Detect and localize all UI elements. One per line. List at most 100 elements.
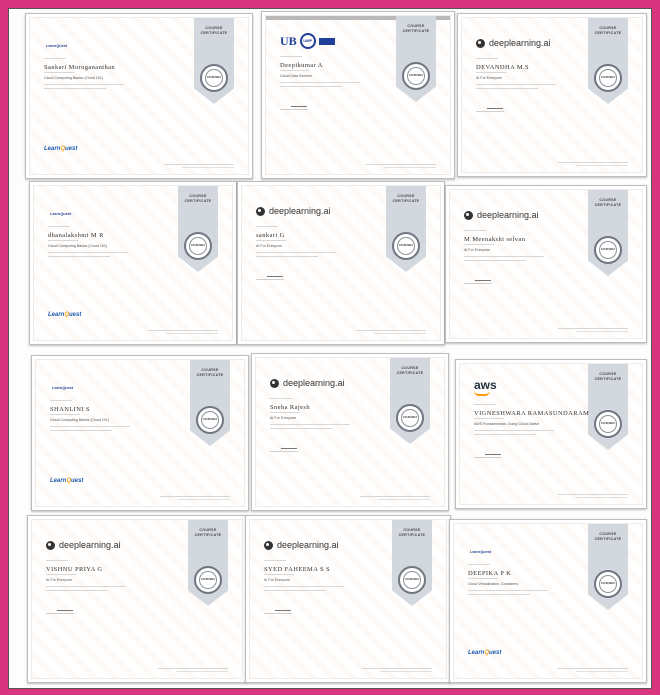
text-line — [476, 84, 556, 85]
certificate-seal-icon: COURSERA — [196, 406, 224, 434]
text-line — [44, 58, 66, 59]
text-line — [476, 72, 506, 73]
verification-line — [558, 162, 628, 163]
signature-line — [280, 109, 308, 110]
certificate-paper: deeplearning.ai COURSE CERTIFICATE COURSERA… — [255, 357, 445, 507]
ribbon-label: COURSE CERTIFICATE — [588, 532, 628, 541]
ub-logo-bar — [318, 37, 335, 45]
deeplearning-logo: deeplearning.ai — [270, 378, 345, 388]
recipient-name: DEEPIKA P K — [468, 570, 512, 577]
text-line — [46, 560, 68, 561]
ribbon-label: COURSE CERTIFICATE — [588, 372, 628, 381]
deeplearning-logo: deeplearning.ai — [46, 540, 121, 550]
ribbon-label-line2: CERTIFICATE — [402, 28, 430, 33]
text-line — [474, 434, 536, 435]
certificate-paper: UB UMP COURSE CERTIFICATE COURSERA Deepikumar… — [265, 15, 451, 175]
course-title: AI For Everyone — [256, 244, 282, 248]
recipient-name: VISHNU PRIYA G — [46, 566, 103, 573]
course-title: Cloud Computing Basics (Cloud 101) — [50, 418, 110, 422]
text-line — [468, 594, 530, 595]
certificate-card: deeplearning.ai COURSE CERTIFICATE COURSERA… — [445, 185, 647, 343]
recipient-name: SHANLINI S — [50, 406, 90, 413]
verification-line — [158, 668, 228, 669]
ribbon-label: COURSE CERTIFICATE — [588, 198, 628, 207]
text-line — [474, 430, 554, 431]
learnquest-logo: LearnQuest — [50, 212, 72, 216]
ribbon-label-line2: CERTIFICATE — [594, 536, 622, 541]
deeplearning-logo: deeplearning.ai — [476, 38, 551, 48]
certificate-collage: LearnQuest LearnQuest COURSE CERTIFICATE COU… — [8, 8, 652, 689]
certificate-card: deeplearning.ai COURSE CERTIFICATE COURSERA… — [245, 515, 451, 683]
certificate-card: aws COURSE CERTIFICATE COURSERA VIGNESHWARA … — [455, 359, 647, 509]
ribbon-label-line2: CERTIFICATE — [194, 532, 222, 537]
text-line — [474, 418, 504, 419]
deeplearning-icon — [464, 210, 473, 220]
ribbon-label-line2: CERTIFICATE — [200, 30, 228, 35]
recipient-name: DEVANDHA M.S — [476, 64, 530, 71]
recipient-name: VIGNESHWARA RAMASUNDARAM — [474, 410, 590, 417]
text-line — [264, 560, 286, 561]
text-line — [270, 398, 292, 399]
verification-line — [182, 167, 234, 168]
seal-text: COURSERA — [404, 578, 420, 581]
learnquest-logo-large: LearnQuest — [48, 312, 82, 318]
certificate-paper: deeplearning.ai COURSE CERTIFICATE COURSERA… — [241, 185, 441, 341]
learnquest-logo: LearnQuest — [52, 386, 74, 390]
deeplearning-icon — [270, 378, 279, 388]
verification-line — [362, 668, 432, 669]
text-line — [264, 574, 294, 575]
deeplearning-logo: deeplearning.ai — [264, 540, 339, 550]
signature — [280, 442, 300, 449]
text-line — [44, 84, 124, 85]
recipient-name: sankari G — [256, 232, 285, 239]
ub-logo: UB UMP — [280, 33, 335, 49]
verification-line — [576, 331, 628, 332]
seal-text: COURSERA — [206, 76, 222, 79]
signature-line — [256, 279, 284, 280]
certificate-card: deeplearning.ai COURSE CERTIFICATE COURSERA… — [457, 13, 647, 177]
verification-line — [576, 497, 628, 498]
certificate-seal-icon: COURSERA — [594, 570, 622, 598]
signature — [266, 270, 286, 277]
text-line — [468, 564, 490, 565]
course-title: Cloud Computing Basics (Cloud 101) — [44, 76, 104, 80]
text-line — [48, 226, 70, 227]
course-title: Cloud Computing Basics (Cloud 101) — [48, 244, 108, 248]
course-title: AI For Everyone — [464, 248, 490, 252]
verification-line — [164, 164, 234, 165]
learnquest-logo-large: LearnQuest — [50, 478, 84, 484]
seal-text: COURSERA — [600, 582, 616, 585]
verification-line — [380, 671, 432, 672]
text-line — [50, 430, 112, 431]
signature — [474, 274, 494, 281]
ribbon-label-line2: CERTIFICATE — [594, 376, 622, 381]
verification-line — [166, 333, 218, 334]
text-line — [264, 590, 326, 591]
verification-line — [176, 671, 228, 672]
verification-line — [160, 496, 230, 497]
signature — [484, 448, 504, 455]
text-line — [256, 226, 278, 227]
verification-line — [384, 167, 436, 168]
text-line — [280, 82, 360, 83]
ub-badge: UMP — [299, 33, 316, 49]
ribbon-label-line2: CERTIFICATE — [594, 202, 622, 207]
verification-line — [558, 494, 628, 495]
text-line — [464, 260, 526, 261]
certificate-paper: deeplearning.ai COURSE CERTIFICATE COURSERA… — [31, 519, 243, 679]
text-line — [46, 590, 108, 591]
deeplearning-icon — [256, 206, 265, 216]
text-line — [264, 586, 344, 587]
signature-line — [46, 613, 74, 614]
text-line — [48, 240, 78, 241]
text-line — [44, 88, 106, 89]
ribbon-label: COURSE CERTIFICATE — [396, 24, 436, 33]
certificate-card: UB UMP COURSE CERTIFICATE COURSERA Deepikumar… — [261, 11, 455, 179]
seal-text: COURSERA — [202, 418, 218, 421]
certificate-card: deeplearning.ai COURSE CERTIFICATE COURSERA… — [251, 353, 449, 511]
certificate-seal-icon: COURSERA — [402, 62, 430, 90]
deeplearning-logo-text: deeplearning.ai — [489, 38, 551, 48]
course-title: Cloud Virtualization, Containers — [468, 582, 519, 586]
signature-line — [264, 613, 292, 614]
ribbon-label: COURSE CERTIFICATE — [390, 366, 430, 375]
